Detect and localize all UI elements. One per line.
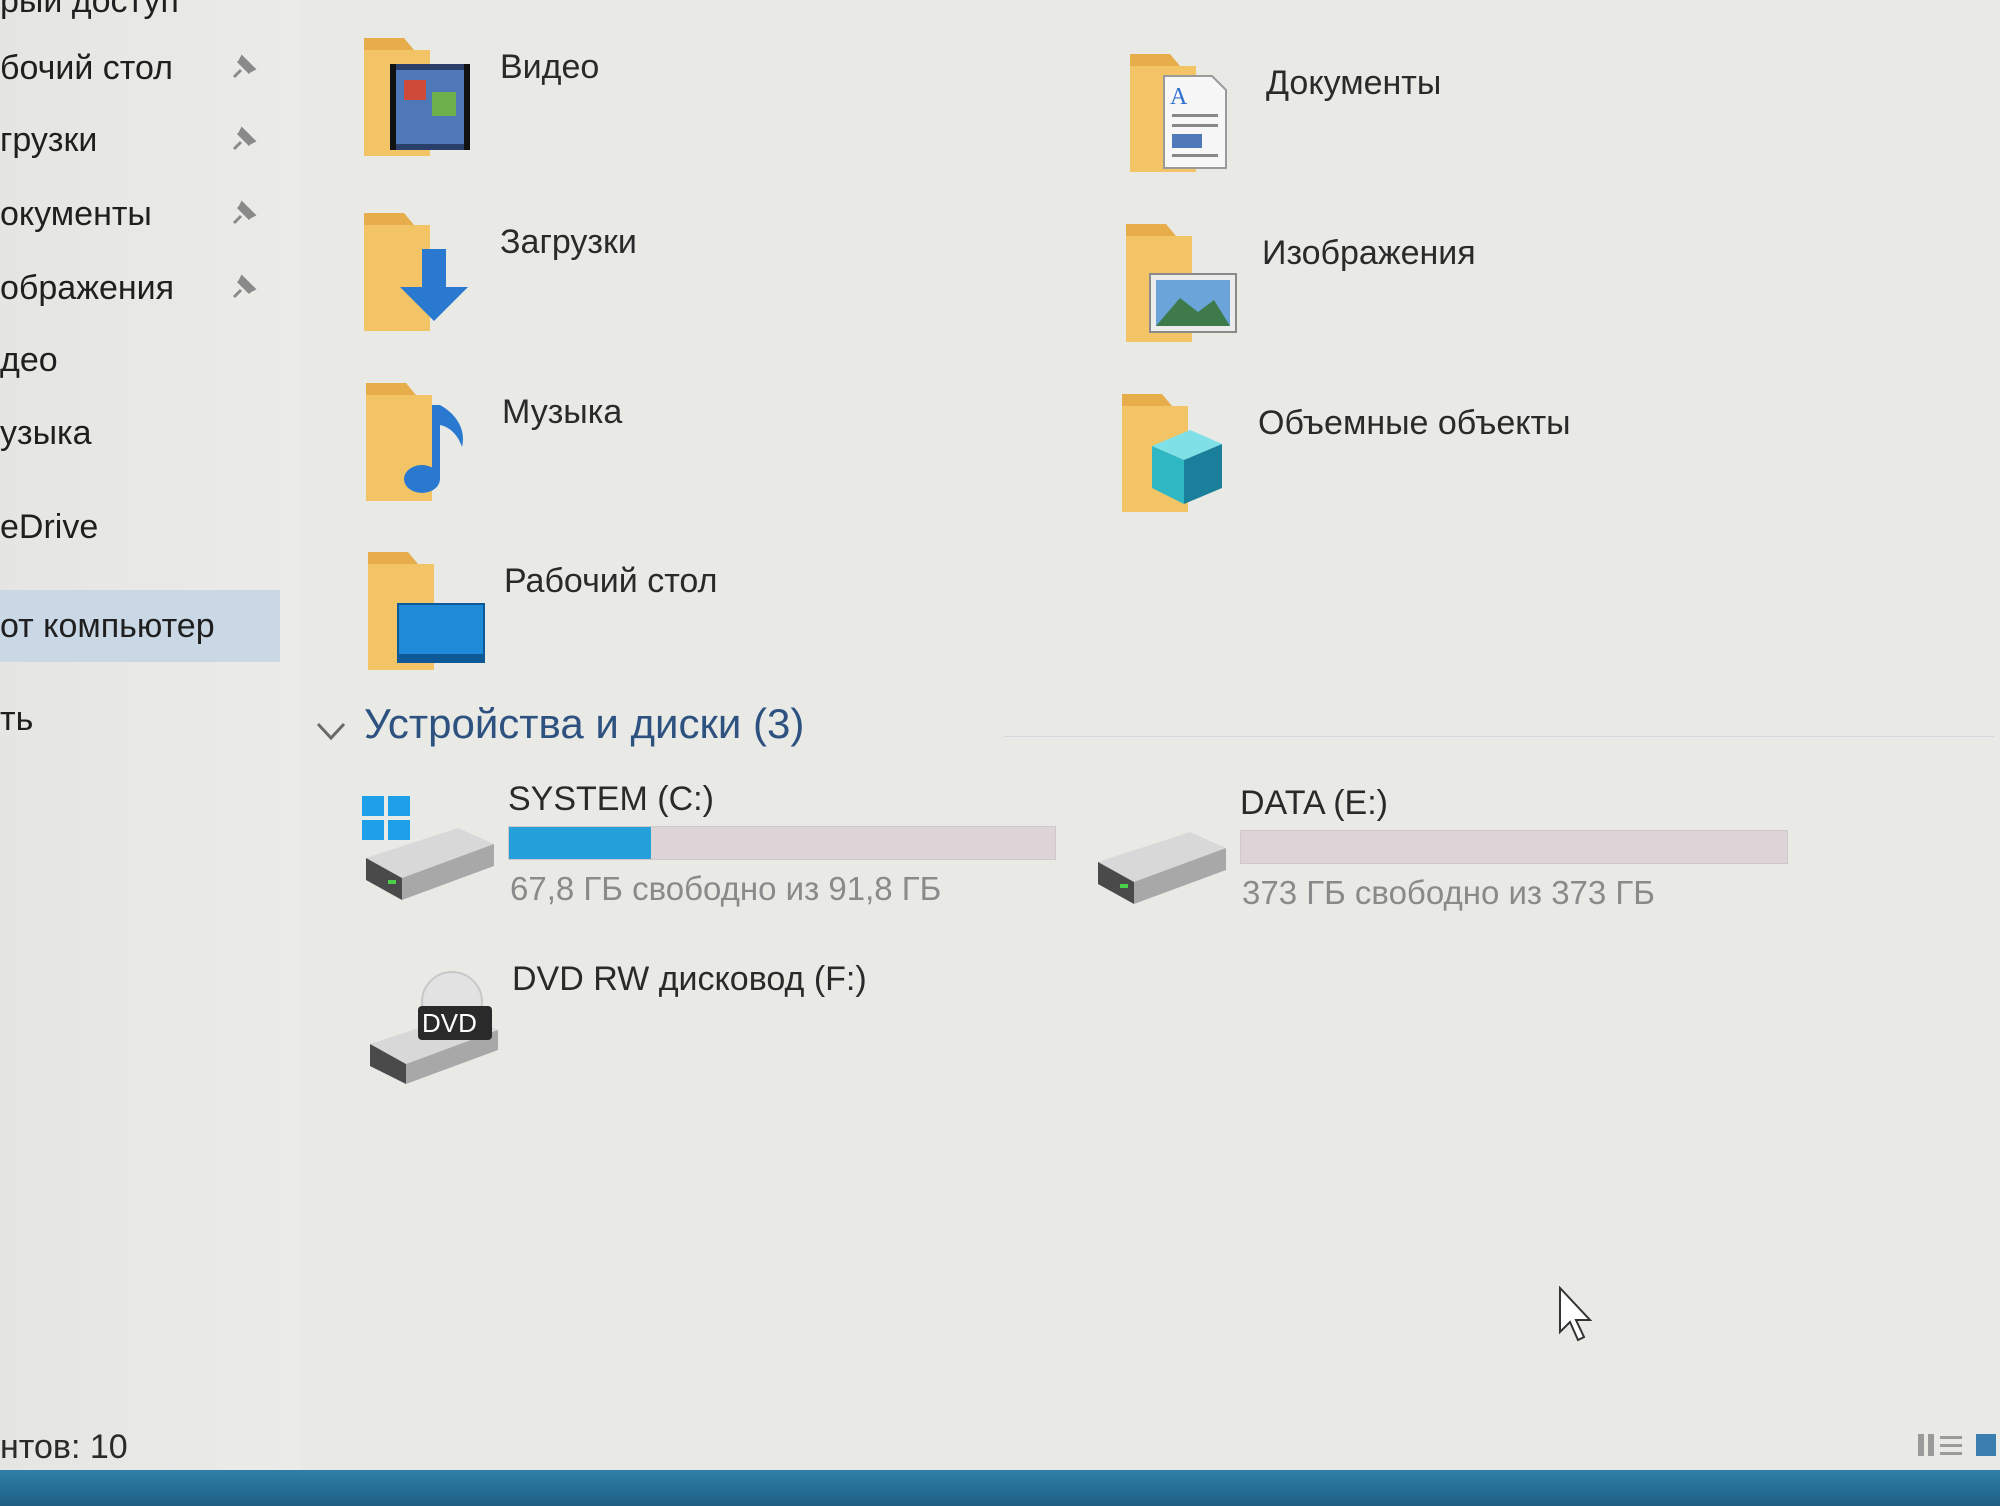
drive-free-space: 373 ГБ свободно из 373 ГБ	[1242, 874, 1655, 911]
folder-name: Музыка	[502, 393, 623, 431]
folder-music[interactable]: Музыка	[362, 375, 1002, 525]
drive-usage-bar	[508, 826, 1056, 860]
folder-video[interactable]: Видео	[360, 30, 1000, 180]
drive-dvd-f[interactable]: DVD DVD RW дисковод (F:)	[362, 960, 1082, 1120]
pin-icon[interactable]	[228, 273, 258, 303]
sidebar-item-this-pc[interactable]: от компьютер	[0, 590, 280, 662]
drive-data-e[interactable]: DATA (E:) 373 ГБ свободно из 373 ГБ	[1090, 784, 1810, 944]
folder-name: Рабочий стол	[504, 562, 718, 600]
svg-text:A: A	[1170, 84, 1188, 110]
sidebar-item-documents[interactable]: окументы	[0, 183, 280, 245]
music-folder-icon	[366, 383, 464, 501]
drive-name: DVD RW дисковод (F:)	[512, 960, 867, 998]
mouse-cursor-icon	[1559, 1286, 1593, 1342]
folder-name: Объемные объекты	[1258, 404, 1571, 442]
pin-icon[interactable]	[228, 125, 258, 155]
dvd-drive-icon: DVD	[370, 971, 498, 1084]
sidebar-item-network[interactable]: ть	[0, 688, 280, 750]
drive-name: SYSTEM (C:)	[508, 780, 714, 818]
folder-downloads[interactable]: Загрузки	[360, 205, 1000, 355]
folder-name: Загрузки	[500, 223, 637, 261]
group-title: Устройства и диски (3)	[364, 700, 805, 747]
sidebar-item-label: грузки	[0, 121, 98, 159]
sidebar-item-label: eDrive	[0, 508, 99, 546]
video-folder-icon	[364, 38, 470, 156]
sidebar-item-label: ображения	[0, 269, 175, 307]
pin-icon[interactable]	[228, 199, 258, 229]
chevron-down-icon[interactable]	[314, 716, 348, 746]
sidebar-item-quick-access[interactable]: рый доступ	[0, 0, 280, 32]
details-view-icon[interactable]	[1910, 1430, 2000, 1460]
drive-usage-bar	[1240, 830, 1788, 864]
folder-3d-objects[interactable]: Объемные объекты	[1118, 386, 1758, 536]
pin-icon[interactable]	[228, 53, 258, 83]
sidebar-item-label: део	[0, 341, 58, 379]
group-divider	[1004, 736, 1994, 737]
sidebar-item-music[interactable]: узыка	[0, 402, 280, 464]
folder-pictures[interactable]: Изображения	[1122, 216, 1762, 366]
drive-system-c[interactable]: SYSTEM (C:) 67,8 ГБ свободно из 91,8 ГБ	[358, 780, 1078, 940]
drive-name: DATA (E:)	[1240, 784, 1388, 822]
sidebar-item-label: узыка	[0, 414, 92, 452]
sidebar-item-downloads[interactable]: грузки	[0, 109, 280, 171]
folder-desktop[interactable]: Рабочий стол	[364, 544, 1004, 694]
sidebar-item-label: рый доступ	[0, 0, 179, 20]
folder-name: Документы	[1266, 64, 1442, 102]
navigation-pane: рый доступ бочий стол грузки окументы об…	[0, 0, 300, 1470]
content-pane: Видео A Документы Загрузки Изображения М…	[300, 0, 2000, 1470]
pictures-folder-icon	[1126, 224, 1237, 342]
drive-usage-fill	[509, 827, 651, 859]
status-bar: нтов: 10	[0, 1420, 2000, 1470]
sidebar-item-desktop[interactable]: бочий стол	[0, 37, 280, 99]
sidebar-item-label: бочий стол	[0, 49, 173, 87]
system-drive-icon	[362, 796, 494, 900]
sidebar-item-onedrive[interactable]: eDrive	[0, 496, 280, 558]
sidebar-item-pictures[interactable]: ображения	[0, 257, 280, 319]
folder-name: Изображения	[1262, 234, 1476, 272]
downloads-folder-icon	[364, 213, 468, 331]
documents-folder-icon: A	[1130, 54, 1227, 172]
sidebar-item-label: от компьютер	[0, 607, 215, 645]
hard-drive-icon	[1098, 832, 1226, 904]
devices-group-header[interactable]: Устройства и диски (3)	[314, 700, 1994, 760]
folder-documents[interactable]: A Документы	[1126, 46, 1766, 196]
item-count: нтов: 10	[0, 1428, 128, 1466]
sidebar-item-label: окументы	[0, 195, 152, 233]
desktop-folder-icon	[368, 552, 485, 670]
3d-objects-folder-icon	[1122, 394, 1222, 512]
taskbar	[0, 1470, 2000, 1506]
sidebar-item-label: ть	[0, 700, 34, 738]
dvd-badge: DVD	[422, 1008, 477, 1038]
drive-free-space: 67,8 ГБ свободно из 91,8 ГБ	[510, 870, 942, 907]
sidebar-item-video[interactable]: део	[0, 329, 280, 391]
folder-name: Видео	[500, 48, 600, 86]
